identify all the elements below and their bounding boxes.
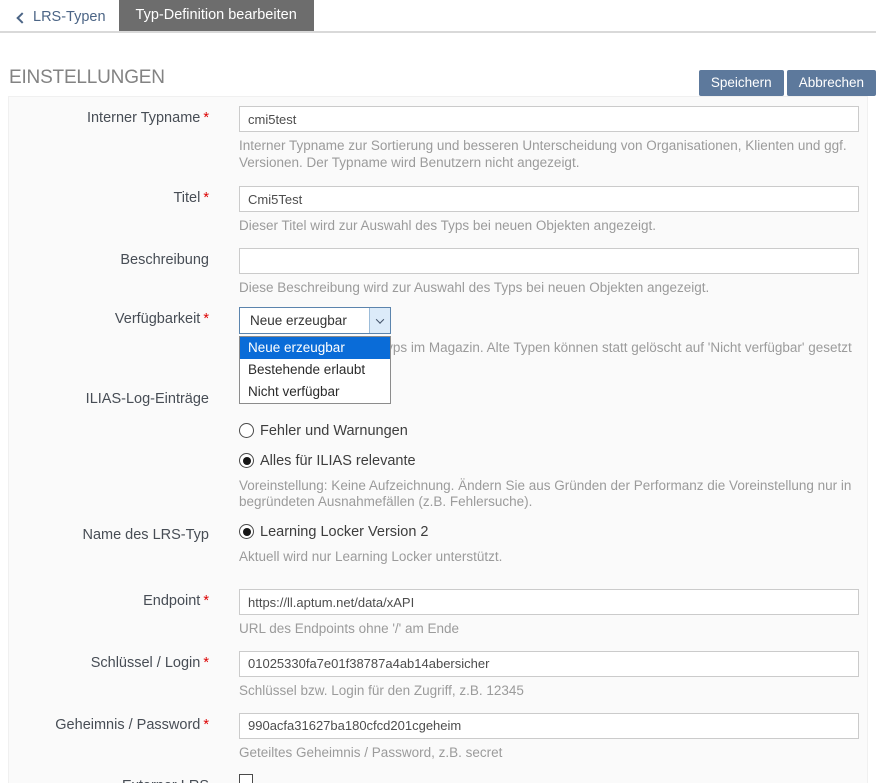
header-buttons: Speichern Abbrechen: [699, 70, 876, 96]
verfuegbarkeit-select[interactable]: Neue erzeugbar: [239, 307, 391, 334]
endpoint-input[interactable]: [239, 589, 859, 615]
form-row-beschreibung: Beschreibung Diese Beschreibung wird zur…: [9, 248, 859, 297]
required-asterisk: *: [203, 190, 209, 206]
dropdown-option-bestehende-erlaubt[interactable]: Bestehende erlaubt: [240, 359, 390, 381]
required-asterisk: *: [203, 593, 209, 609]
field-help: Voreinstellung: Keine Aufzeichnung. Ände…: [239, 478, 859, 511]
form-row-schluessel-login: Schlüssel / Login* Schlüssel bzw. Login …: [9, 651, 859, 700]
required-asterisk: *: [203, 717, 209, 733]
radio-option-fehler-und-warnungen[interactable]: Fehler und Warnungen: [239, 422, 859, 440]
form-row-externer-lrs: Externer LRS: [9, 774, 859, 783]
cancel-button[interactable]: Abbrechen: [787, 70, 876, 96]
chevron-down-icon: [376, 315, 384, 323]
field-help: Geteiltes Geheimnis / Password, z.B. sec…: [239, 745, 859, 762]
form-row-titel: Titel* Dieser Titel wird zur Auswahl des…: [9, 186, 859, 235]
field-help: Diese Beschreibung wird zur Auswahl des …: [239, 280, 859, 297]
field-label: Verfügbarkeit*: [9, 307, 239, 373]
select-value: Neue erzeugbar: [250, 313, 347, 328]
field-label: Geheimnis / Password*: [9, 713, 239, 762]
field-label: Beschreibung: [9, 248, 239, 297]
radio-icon-selected[interactable]: [239, 524, 254, 539]
verfuegbarkeit-dropdown: Neue erzeugbar Bestehende erlaubt Nicht …: [239, 336, 391, 404]
back-link-lrs-typen[interactable]: LRS-Typen: [18, 9, 106, 25]
field-label: Name des LRS-Typ: [9, 523, 239, 566]
beschreibung-input[interactable]: [239, 248, 859, 274]
interner-typname-input[interactable]: [239, 106, 859, 132]
field-help: Interner Typname zur Sortierung und bess…: [239, 138, 859, 171]
settings-header: EINSTELLUNGEN Speichern Abbrechen: [0, 60, 876, 96]
form-row-verfuegbarkeit: Verfügbarkeit* Neue erzeugbar Neue erzeu…: [9, 307, 859, 373]
chevron-left-icon: [16, 12, 27, 23]
dropdown-option-nicht-verfuegbar[interactable]: Nicht verfügbar: [240, 381, 390, 403]
externer-lrs-checkbox[interactable]: [239, 774, 253, 783]
save-button[interactable]: Speichern: [699, 70, 784, 96]
field-label: Schlüssel / Login*: [9, 651, 239, 700]
field-label: Externer LRS: [9, 774, 239, 783]
form-row-ilias-log-eintraege: ILIAS-Log-Einträge Keine Aufzeichnung Fe…: [9, 387, 859, 511]
dropdown-option-neue-erzeugbar[interactable]: Neue erzeugbar: [240, 337, 390, 359]
required-asterisk: *: [203, 655, 209, 671]
required-asterisk: *: [203, 110, 209, 126]
schluessel-login-input[interactable]: [239, 651, 859, 677]
titel-input[interactable]: [239, 186, 859, 212]
field-help: URL des Endpoints ohne '/' am Ende: [239, 621, 859, 638]
select-arrow-button[interactable]: [369, 308, 390, 333]
settings-form: Interner Typname* Interner Typname zur S…: [8, 96, 868, 783]
field-label: Interner Typname*: [9, 106, 239, 171]
field-label: ILIAS-Log-Einträge: [9, 387, 239, 511]
radio-icon-selected[interactable]: [239, 453, 254, 468]
form-row-geheimnis-password: Geheimnis / Password* Geteiltes Geheimni…: [9, 713, 859, 762]
form-row-interner-typname: Interner Typname* Interner Typname zur S…: [9, 106, 859, 171]
field-help: Aktuell wird nur Learning Locker unterst…: [239, 549, 859, 566]
tab-bar: LRS-Typen Typ-Definition bearbeiten: [0, 0, 876, 33]
radio-option-learning-locker-version-2[interactable]: Learning Locker Version 2: [239, 523, 859, 541]
field-label: Endpoint*: [9, 589, 239, 638]
field-help: Dieser Titel wird zur Auswahl des Typs b…: [239, 218, 859, 235]
tab-typ-definition-bearbeiten[interactable]: Typ-Definition bearbeiten: [119, 0, 314, 31]
geheimnis-password-input[interactable]: [239, 713, 859, 739]
field-label: Titel*: [9, 186, 239, 235]
radio-option-alles-fuer-ilias-relevante[interactable]: Alles für ILIAS relevante: [239, 452, 859, 470]
back-link-label: LRS-Typen: [33, 9, 106, 25]
form-row-endpoint: Endpoint* URL des Endpoints ohne '/' am …: [9, 589, 859, 638]
form-row-name-des-lrs-typ: Name des LRS-Typ Learning Locker Version…: [9, 523, 859, 566]
field-help: Schlüssel bzw. Login für den Zugriff, z.…: [239, 683, 859, 700]
radio-icon[interactable]: [239, 423, 254, 438]
page-title: EINSTELLUNGEN: [9, 67, 165, 89]
required-asterisk: *: [203, 311, 209, 327]
